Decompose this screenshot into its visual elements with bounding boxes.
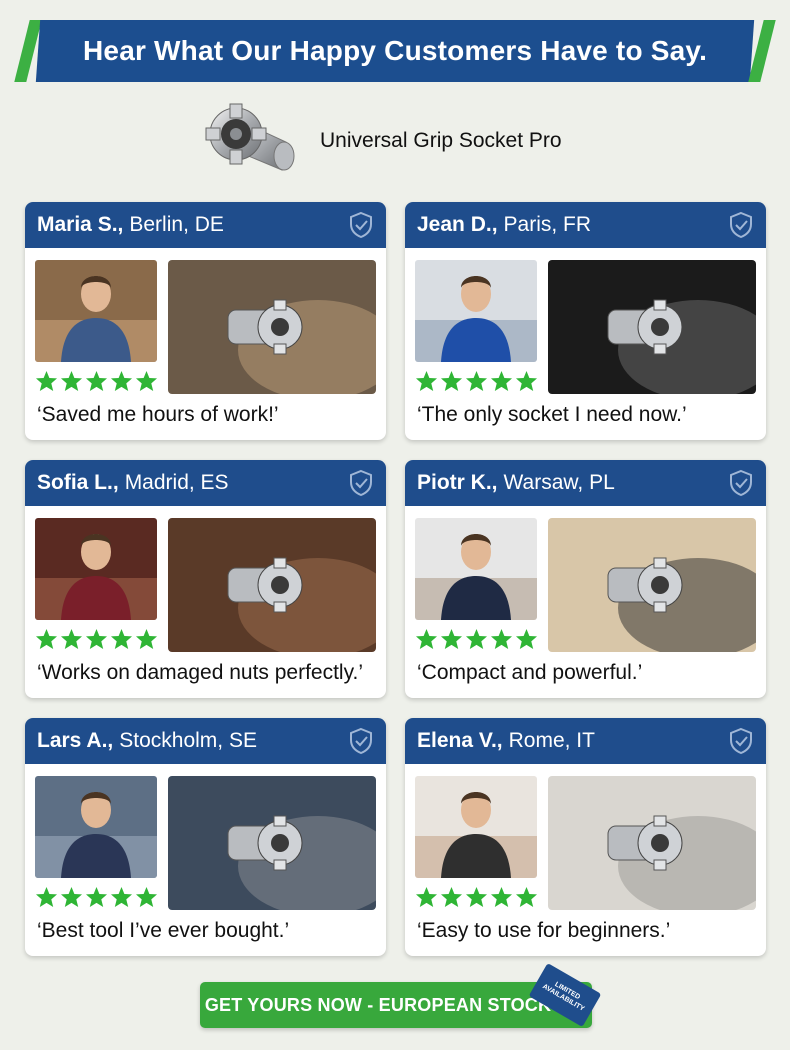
reviewer-location: Stockholm, SE xyxy=(119,729,257,752)
review-card: Piotr K., Warsaw, PL ‘Compact and powerf… xyxy=(405,460,766,698)
star-icon xyxy=(35,370,58,392)
product-in-use-photo xyxy=(548,518,756,652)
star-icon xyxy=(85,628,108,650)
review-header: Sofia L., Madrid, ES xyxy=(25,460,386,506)
verified-shield-icon xyxy=(350,727,372,755)
star-icon xyxy=(135,886,158,908)
star-rating xyxy=(35,886,158,908)
header-banner: Hear What Our Happy Customers Have to Sa… xyxy=(14,20,776,82)
star-icon xyxy=(110,886,133,908)
review-header: Lars A., Stockholm, SE xyxy=(25,718,386,764)
star-icon xyxy=(440,886,463,908)
review-quote: ‘Compact and powerful.’ xyxy=(417,661,643,684)
reviewer-location: Berlin, DE xyxy=(129,213,224,236)
customer-photo xyxy=(415,518,537,620)
product-in-use-photo xyxy=(168,518,376,652)
reviewer-name: Jean D., xyxy=(417,213,498,236)
product-row: Universal Grip Socket Pro xyxy=(200,98,620,184)
review-quote: ‘Saved me hours of work!’ xyxy=(37,403,279,426)
star-icon xyxy=(490,370,513,392)
verified-shield-icon xyxy=(350,469,372,497)
star-icon xyxy=(60,370,83,392)
reviewer-name: Maria S., xyxy=(37,213,124,236)
reviewer-location: Paris, FR xyxy=(503,213,592,236)
reviewer-name: Lars A., xyxy=(37,729,114,752)
reviewer-name: Piotr K., xyxy=(417,471,498,494)
star-icon xyxy=(35,628,58,650)
star-icon xyxy=(135,628,158,650)
star-icon xyxy=(415,628,438,650)
reviewer-location: Warsaw, PL xyxy=(503,471,615,494)
product-in-use-photo xyxy=(168,776,376,910)
product-name: Universal Grip Socket Pro xyxy=(320,129,562,152)
customer-photo xyxy=(35,518,157,620)
star-icon xyxy=(85,886,108,908)
star-icon xyxy=(490,886,513,908)
star-icon xyxy=(135,370,158,392)
star-icon xyxy=(465,370,488,392)
star-icon xyxy=(85,370,108,392)
limited-availability-badge: LIMITED AVAILABILITY xyxy=(528,963,602,1027)
banner-body: Hear What Our Happy Customers Have to Sa… xyxy=(35,20,755,82)
star-icon xyxy=(440,628,463,650)
star-icon xyxy=(515,886,538,908)
review-card: Lars A., Stockholm, SE ‘Best tool I’ve e… xyxy=(25,718,386,956)
product-in-use-photo xyxy=(548,776,756,910)
reviewer-location: Rome, IT xyxy=(508,729,595,752)
star-icon xyxy=(465,886,488,908)
star-icon xyxy=(415,886,438,908)
socket-product-icon xyxy=(200,98,302,184)
page-title: Hear What Our Happy Customers Have to Sa… xyxy=(82,35,708,66)
customer-photo xyxy=(35,776,157,878)
verified-shield-icon xyxy=(730,211,752,239)
star-icon xyxy=(60,628,83,650)
review-card: Jean D., Paris, FR ‘The only socket I ne… xyxy=(405,202,766,440)
reviewer-location: Madrid, ES xyxy=(124,471,229,494)
review-quote: ‘Works on damaged nuts perfectly.’ xyxy=(37,661,364,684)
star-icon xyxy=(415,370,438,392)
review-card: Sofia L., Madrid, ES ‘Works on damaged n… xyxy=(25,460,386,698)
reviewer-name: Elena V., xyxy=(417,729,503,752)
review-quote: ‘Best tool I’ve ever bought.’ xyxy=(37,919,290,942)
verified-shield-icon xyxy=(730,727,752,755)
star-icon xyxy=(110,370,133,392)
review-header: Maria S., Berlin, DE xyxy=(25,202,386,248)
star-rating xyxy=(415,886,538,908)
star-rating xyxy=(35,370,158,392)
reviewer-name: Sofia L., xyxy=(37,471,119,494)
star-icon xyxy=(465,628,488,650)
review-header: Piotr K., Warsaw, PL xyxy=(405,460,766,506)
review-header: Elena V., Rome, IT xyxy=(405,718,766,764)
star-icon xyxy=(490,628,513,650)
review-quote: ‘Easy to use for beginners.’ xyxy=(417,919,671,942)
star-rating xyxy=(415,628,538,650)
star-icon xyxy=(35,886,58,908)
customer-photo xyxy=(35,260,157,362)
star-icon xyxy=(515,628,538,650)
star-icon xyxy=(440,370,463,392)
review-card: Maria S., Berlin, DE ‘Saved me hours of … xyxy=(25,202,386,440)
customer-photo xyxy=(415,776,537,878)
cta-label: GET YOURS NOW - EUROPEAN STOCK xyxy=(204,994,552,1015)
verified-shield-icon xyxy=(350,211,372,239)
review-header: Jean D., Paris, FR xyxy=(405,202,766,248)
product-in-use-photo xyxy=(548,260,756,394)
get-yours-button[interactable]: GET YOURS NOW - EUROPEAN STOCK LIMITED A… xyxy=(200,963,602,1028)
review-quote: ‘The only socket I need now.’ xyxy=(417,403,687,426)
review-card: Elena V., Rome, IT ‘Easy to use for begi… xyxy=(405,718,766,956)
star-rating xyxy=(35,628,158,650)
star-icon xyxy=(60,886,83,908)
verified-shield-icon xyxy=(730,469,752,497)
star-rating xyxy=(415,370,538,392)
customer-photo xyxy=(415,260,537,362)
product-in-use-photo xyxy=(168,260,376,394)
star-icon xyxy=(110,628,133,650)
star-icon xyxy=(515,370,538,392)
